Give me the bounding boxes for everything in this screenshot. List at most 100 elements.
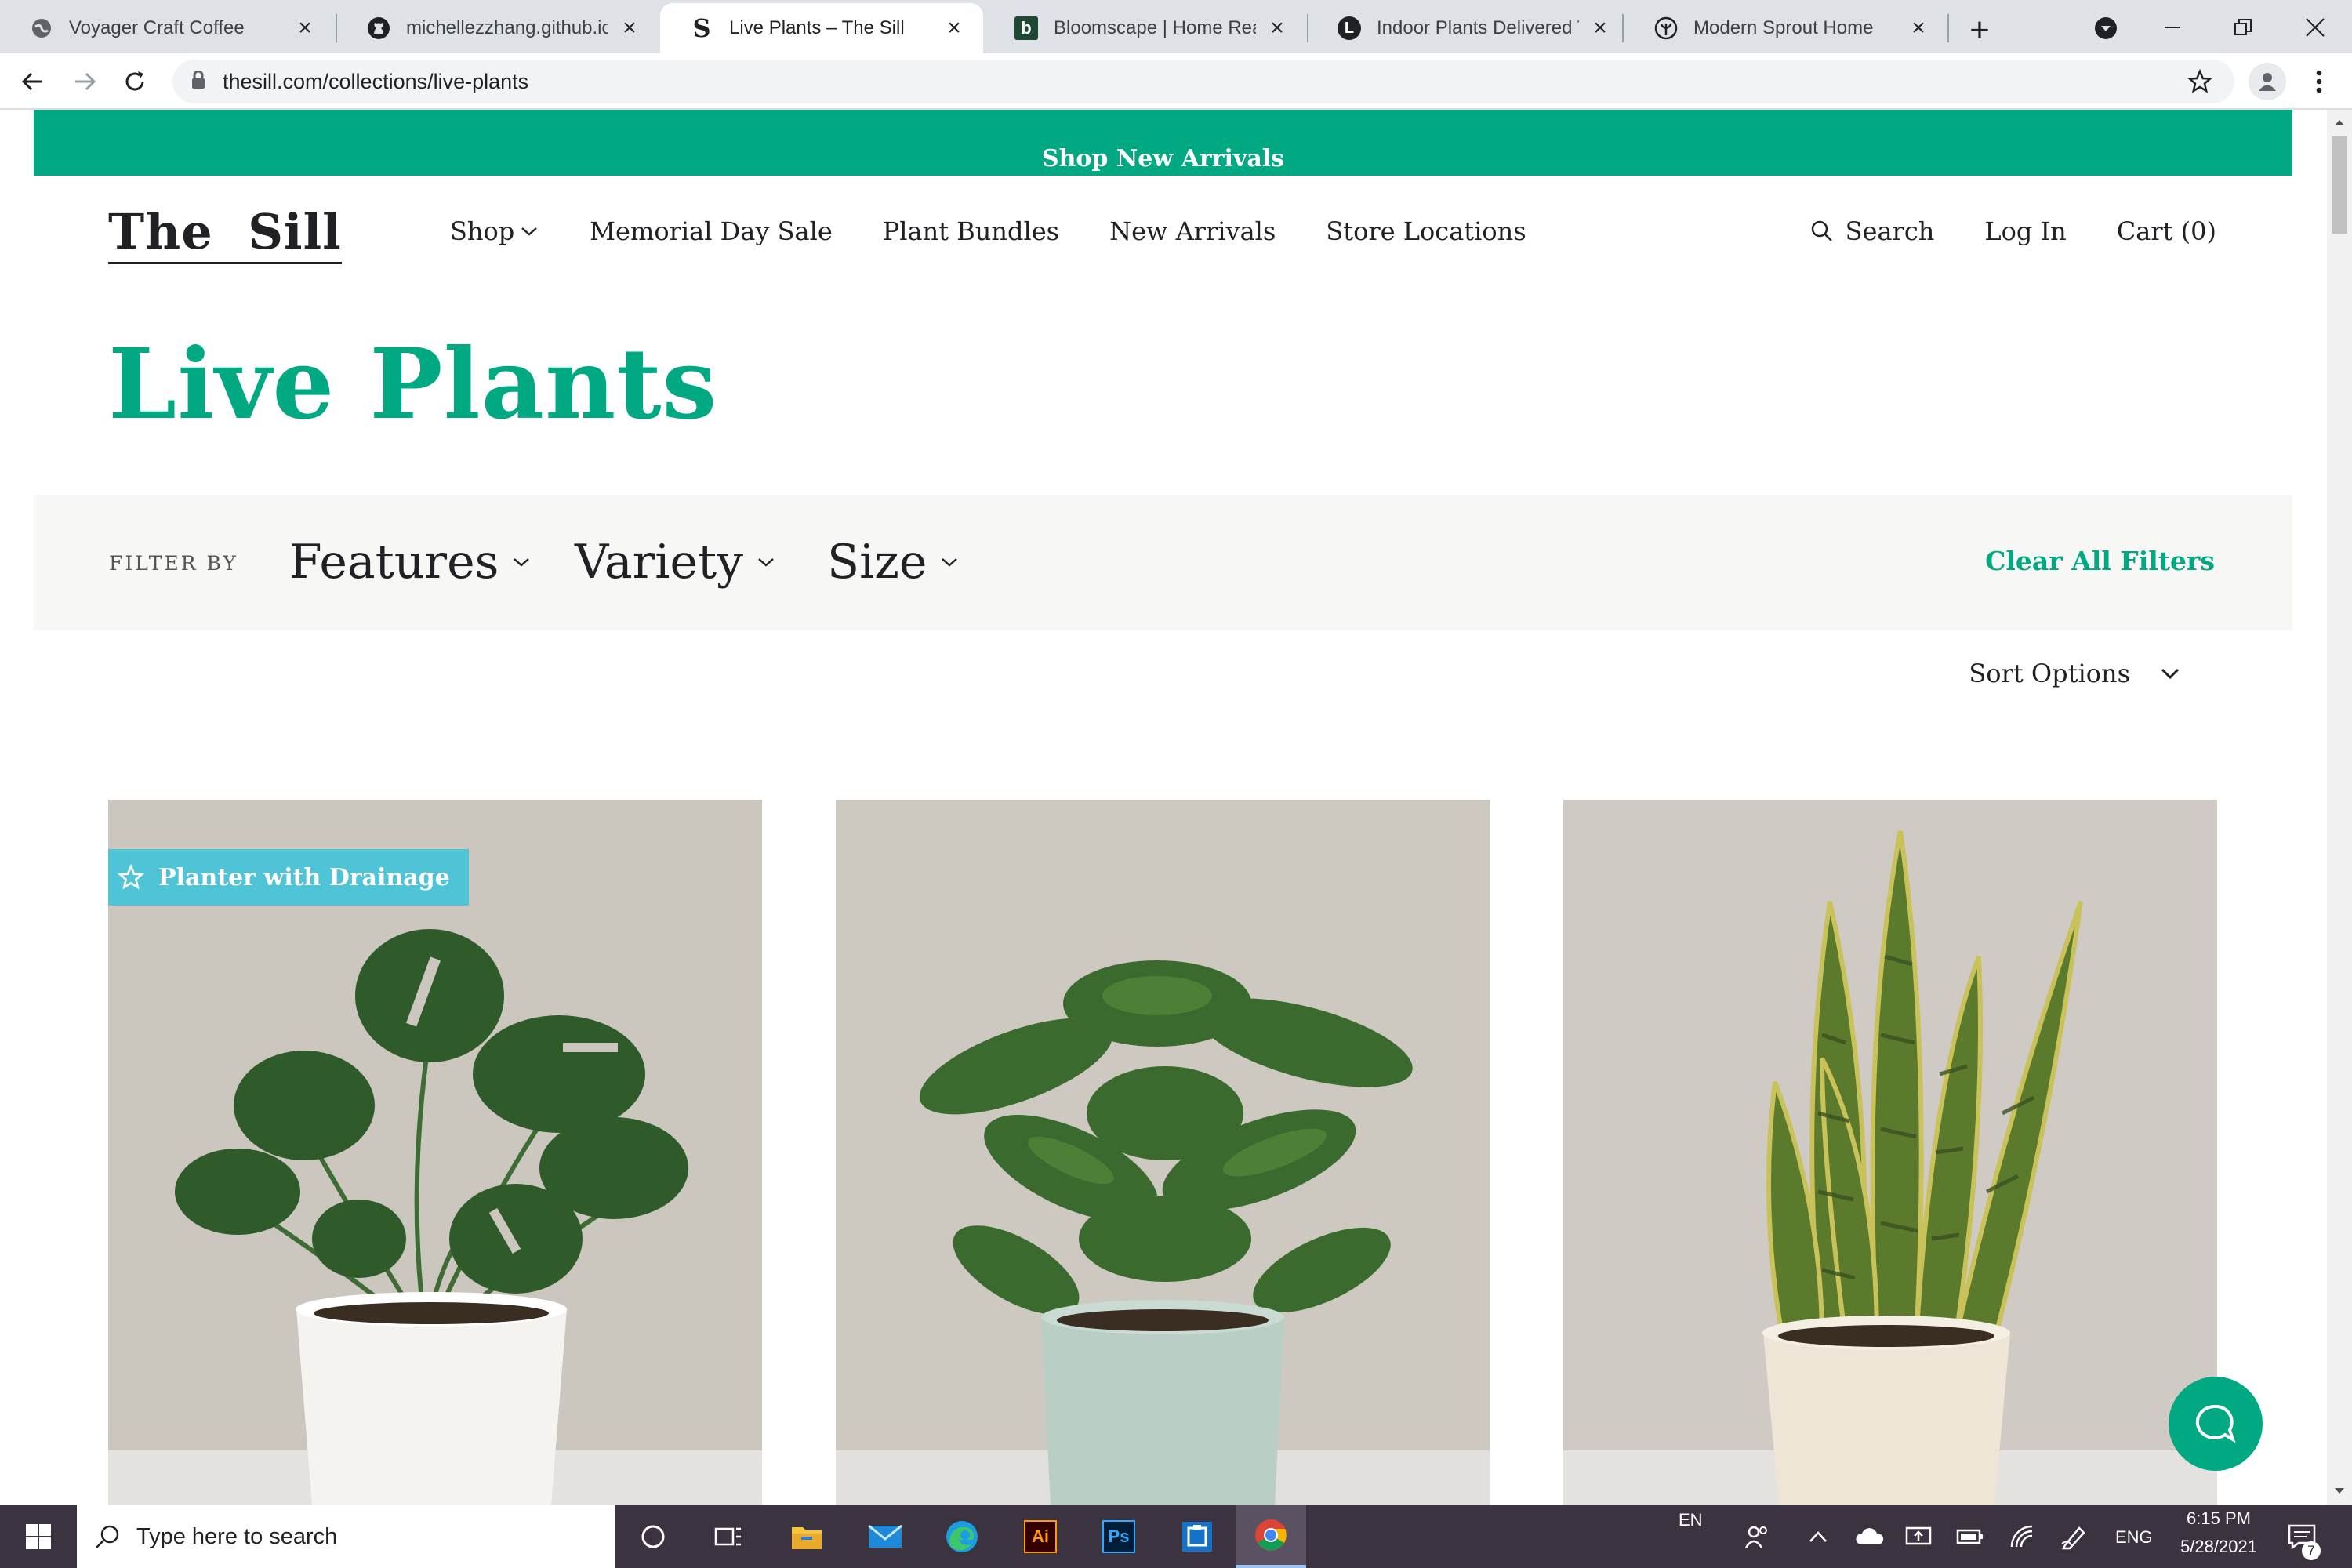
reload-icon[interactable] xyxy=(118,64,152,99)
show-hidden-icons-chevron-icon[interactable] xyxy=(1798,1505,1838,1568)
chrome-taskbar-icon[interactable] xyxy=(1236,1505,1306,1568)
sort-options-dropdown[interactable]: Sort Options xyxy=(1969,659,2182,688)
scrollbar-thumb[interactable] xyxy=(2332,136,2347,234)
chevron-down-icon xyxy=(2161,668,2180,680)
wifi-icon[interactable] xyxy=(2001,1505,2043,1568)
windows-start-icon[interactable] xyxy=(0,1505,77,1568)
promo-banner[interactable]: Shop New Arrivals xyxy=(34,110,2292,176)
close-tab-icon[interactable]: × xyxy=(1907,15,1930,41)
edge-browser-icon[interactable] xyxy=(936,1505,988,1568)
adobe-illustrator-icon[interactable]: Ai xyxy=(1014,1505,1066,1568)
clock-time: 6:15 PM xyxy=(2187,1508,2251,1528)
browser-toolbar: thesill.com/collections/live-plants xyxy=(0,53,2352,110)
address-bar[interactable]: thesill.com/collections/live-plants xyxy=(172,60,2234,103)
product-image[interactable] xyxy=(836,800,1490,1505)
main-navigation: Shop Memorial Day Sale Plant Bundles New… xyxy=(450,216,1526,246)
action-center-notifications-icon[interactable]: 7 xyxy=(2278,1505,2325,1568)
browser-menu-icon[interactable] xyxy=(2303,64,2335,99)
tab-live-plants-the-sill[interactable]: S Live Plants – The Sill × xyxy=(660,3,983,53)
taskbar-search-placeholder: Type here to search xyxy=(136,1523,338,1549)
modern-sprout-icon xyxy=(1654,16,1678,40)
filter-size-dropdown[interactable]: Size xyxy=(827,535,960,590)
taskbar-search-box[interactable]: Type here to search xyxy=(77,1505,615,1568)
product-card[interactable] xyxy=(836,800,1490,1505)
url-text: thesill.com/collections/live-plants xyxy=(223,69,529,93)
tab-indoor-plants-delivered[interactable]: L Indoor Plants Delivered To × xyxy=(1308,3,1629,53)
nav-shop[interactable]: Shop xyxy=(450,216,539,246)
nav-new-arrivals[interactable]: New Arrivals xyxy=(1109,216,1276,246)
onedrive-cloud-icon[interactable] xyxy=(1849,1505,1891,1568)
forward-arrow-icon[interactable] xyxy=(67,64,102,99)
input-language-indicator[interactable]: EN xyxy=(1679,1510,1703,1530)
clear-all-filters-link[interactable]: Clear All Filters xyxy=(1985,546,2215,576)
planter-with-drainage-badge: Planter with Drainage xyxy=(108,849,469,906)
tab-title: Voyager Craft Coffee xyxy=(69,17,245,38)
close-tab-icon[interactable]: × xyxy=(618,15,641,41)
chat-bubble-icon xyxy=(2195,1404,2236,1443)
nav-store-locations[interactable]: Store Locations xyxy=(1326,216,1526,246)
close-tab-icon[interactable]: × xyxy=(1588,15,1612,41)
restore-window-icon[interactable] xyxy=(2223,8,2263,47)
promo-link[interactable]: Shop New Arrivals xyxy=(1042,145,1284,172)
close-tab-icon[interactable]: × xyxy=(942,15,966,41)
search-icon xyxy=(1811,220,1832,241)
badge-label: Planter with Drainage xyxy=(158,863,450,891)
filter-by-label: FILTER BY xyxy=(109,552,238,575)
lock-icon[interactable] xyxy=(191,70,205,93)
chevron-down-icon xyxy=(521,227,538,236)
clock[interactable]: 6:15 PM 5/28/2021 xyxy=(2172,1508,2266,1557)
tab-search-icon[interactable] xyxy=(2090,13,2122,44)
language-ime-indicator[interactable]: ENG xyxy=(2115,1527,2153,1548)
bloomscape-b-icon: b xyxy=(1014,16,1038,40)
tab-voyager-craft-coffee[interactable]: Voyager Craft Coffee × xyxy=(0,3,334,53)
tab-modern-sprout-home[interactable]: Modern Sprout Home × xyxy=(1624,3,1947,53)
tab-github[interactable]: michellezzhang.github.io/g × xyxy=(337,3,659,53)
product-card[interactable]: Planter with Drainage xyxy=(108,800,762,1505)
tab-separator xyxy=(1622,14,1624,42)
nav-plant-bundles[interactable]: Plant Bundles xyxy=(883,216,1059,246)
github-icon xyxy=(367,16,390,40)
new-tab-button[interactable]: + xyxy=(1960,11,1999,50)
back-arrow-icon[interactable] xyxy=(16,64,50,99)
cart-link[interactable]: Cart (0) xyxy=(2117,216,2216,246)
tab-separator xyxy=(1947,14,1949,42)
minimize-window-icon[interactable] xyxy=(2153,8,2192,47)
mail-icon[interactable] xyxy=(859,1505,911,1568)
nav-shop-label: Shop xyxy=(450,216,515,246)
search-icon xyxy=(96,1525,119,1548)
pen-workspace-icon[interactable] xyxy=(2053,1505,2095,1568)
tab-bloomscape[interactable]: b Bloomscape | Home Ready × xyxy=(985,3,1306,53)
cortana-icon[interactable] xyxy=(627,1505,679,1568)
site-logo[interactable]: The Sill xyxy=(108,202,342,264)
bookmark-star-icon[interactable] xyxy=(2187,68,2213,98)
close-window-icon[interactable] xyxy=(2296,8,2335,47)
filter-variety-dropdown[interactable]: Variety xyxy=(575,535,776,590)
chevron-down-icon xyxy=(514,558,530,567)
tab-title: michellezzhang.github.io/g xyxy=(406,17,608,38)
people-icon[interactable] xyxy=(1737,1505,1777,1568)
nav-memorial-day-sale[interactable]: Memorial Day Sale xyxy=(590,216,832,246)
chevron-down-icon xyxy=(942,558,958,567)
filter-variety-label: Variety xyxy=(575,535,743,590)
scroll-down-arrow-icon[interactable] xyxy=(2334,1485,2345,1499)
product-image[interactable] xyxy=(1563,800,2217,1505)
battery-icon[interactable] xyxy=(1949,1505,1991,1568)
page-scrollbar[interactable] xyxy=(2327,110,2352,1505)
adobe-photoshop-icon[interactable]: Ps xyxy=(1093,1505,1145,1568)
chat-support-button[interactable] xyxy=(2169,1377,2263,1471)
login-link[interactable]: Log In xyxy=(1984,216,2066,246)
display-projection-icon[interactable] xyxy=(1897,1505,1940,1568)
profile-avatar-icon[interactable] xyxy=(2249,63,2286,100)
close-tab-icon[interactable]: × xyxy=(293,15,317,41)
product-image[interactable] xyxy=(108,800,762,1505)
tab-title: Bloomscape | Home Ready xyxy=(1054,17,1256,38)
chevron-down-icon xyxy=(758,558,774,567)
filter-features-dropdown[interactable]: Features xyxy=(289,535,532,590)
snipping-tool-icon[interactable] xyxy=(1171,1505,1223,1568)
scroll-up-arrow-icon[interactable] xyxy=(2334,116,2345,130)
product-card[interactable] xyxy=(1563,800,2217,1505)
file-explorer-icon[interactable] xyxy=(781,1505,833,1568)
close-tab-icon[interactable]: × xyxy=(1265,15,1289,41)
search-link[interactable]: Search xyxy=(1809,216,1934,246)
task-view-icon[interactable] xyxy=(702,1505,754,1568)
